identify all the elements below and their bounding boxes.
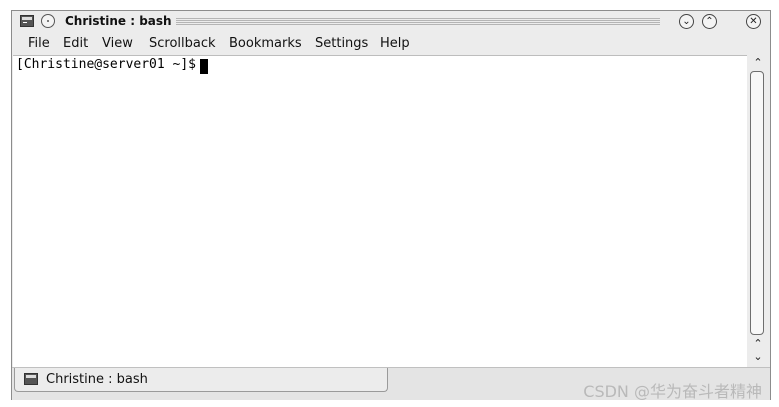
scrollbar-thumb[interactable] [750, 71, 764, 335]
close-button[interactable]: ✕ [746, 14, 761, 29]
menu-settings[interactable]: Settings [315, 36, 368, 51]
text-cursor [200, 59, 208, 74]
session-tab-bar: Christine : bash CSDN @华为奋斗者精神 [12, 367, 770, 401]
menu-file[interactable]: File [28, 36, 50, 51]
menu-bar: File Edit View Scrollback Bookmarks Sett… [12, 34, 770, 54]
menu-bookmarks[interactable]: Bookmarks [229, 36, 302, 51]
menu-edit[interactable]: Edit [63, 36, 88, 51]
menu-view[interactable]: View [102, 36, 133, 51]
terminal-icon[interactable] [20, 15, 34, 27]
scroll-up-icon[interactable]: ⌃ [752, 57, 764, 69]
menu-help[interactable]: Help [380, 36, 410, 51]
tab-label: Christine : bash [46, 372, 148, 387]
scroll-down-icon[interactable]: ⌄ [752, 351, 764, 363]
menu-scrollback[interactable]: Scrollback [149, 36, 216, 51]
window-title: Christine : bash [65, 14, 172, 28]
tab-session[interactable]: Christine : bash [14, 368, 388, 392]
scroll-up-icon[interactable]: ⌃ [752, 338, 764, 350]
shell-prompt: [Christine@server01 ~]$ [16, 57, 197, 72]
watermark: CSDN @华为奋斗者精神 [583, 382, 762, 401]
vertical-scrollbar[interactable]: ⌃ ⌃ ⌄ [748, 55, 768, 367]
sticky-dot-icon[interactable] [41, 14, 55, 28]
title-bar-grip [176, 18, 660, 25]
terminal-window: Christine : bash ⌄ ⌃ ✕ File Edit View Sc… [11, 10, 771, 401]
minimize-button[interactable]: ⌄ [679, 14, 694, 29]
maximize-button[interactable]: ⌃ [702, 14, 717, 29]
terminal-output[interactable]: [Christine@server01 ~]$ [13, 55, 747, 368]
title-bar[interactable]: Christine : bash ⌄ ⌃ ✕ [12, 11, 770, 33]
terminal-icon [24, 373, 38, 385]
